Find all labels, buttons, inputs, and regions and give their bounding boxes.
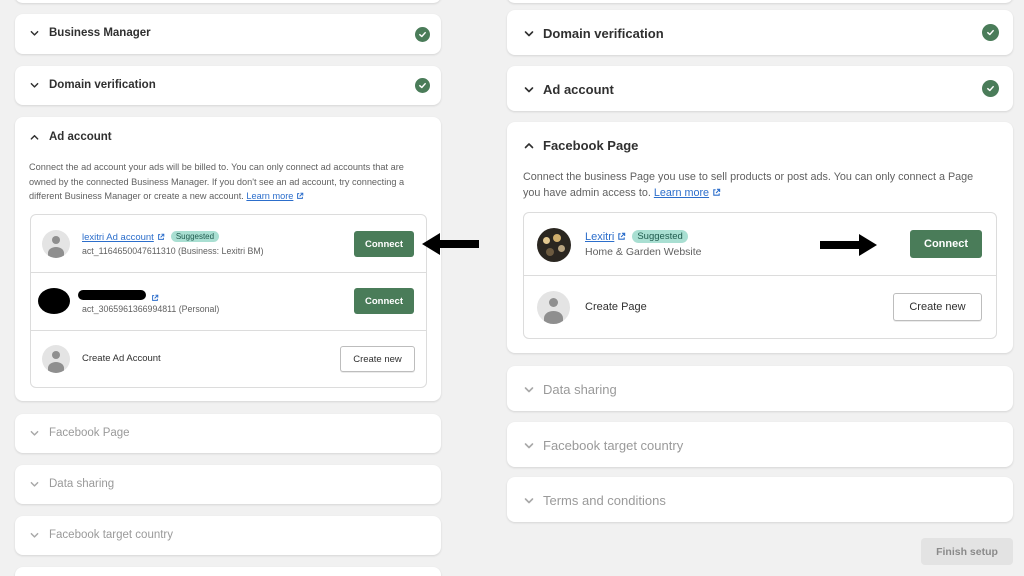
chevron-down-icon — [524, 385, 534, 394]
learn-more-link[interactable]: Learn more — [246, 191, 293, 201]
list-item: act_3065961366994811 (Personal) Connect — [31, 273, 426, 331]
redacted-avatar — [38, 288, 70, 314]
external-link-icon — [296, 190, 304, 205]
domain-verification-title: Domain verification — [543, 26, 664, 41]
redacted-name — [78, 290, 146, 300]
list-item: Create Page Create new — [524, 276, 996, 339]
suggested-badge: Suggested — [170, 231, 220, 242]
avatar-icon — [42, 230, 70, 258]
learn-more-link[interactable]: Learn more — [654, 187, 709, 199]
right-top-card-fragment — [507, 0, 1013, 3]
create-ad-account-label: Create Ad Account — [82, 353, 161, 364]
chevron-down-icon — [524, 496, 534, 505]
facebook-target-country-section[interactable]: Facebook target country — [507, 422, 1013, 467]
data-sharing-section[interactable]: Data sharing — [507, 366, 1013, 411]
external-link-icon — [617, 232, 626, 244]
data-sharing-section[interactable]: Data sharing — [15, 465, 441, 504]
external-link-icon — [157, 233, 165, 244]
data-sharing-title: Data sharing — [49, 478, 115, 490]
finish-setup-button[interactable]: Finish setup — [921, 538, 1013, 565]
chevron-up-icon — [524, 141, 534, 150]
data-sharing-title: Data sharing — [543, 382, 617, 397]
facebook-page-title: Facebook Page — [49, 427, 130, 439]
business-manager-section[interactable]: Business Manager — [15, 14, 441, 54]
check-circle-icon — [982, 80, 999, 97]
external-link-icon — [712, 186, 721, 202]
ad-account-header[interactable]: Ad account — [15, 131, 441, 143]
business-manager-title: Business Manager — [49, 27, 151, 39]
account-name-link[interactable]: lexitri Ad account Suggested — [82, 231, 220, 244]
account-id: act_3065961366994811 (Personal) — [82, 304, 220, 314]
facebook-page-description: Connect the business Page you use to sel… — [523, 169, 993, 202]
facebook-target-country-title: Facebook target country — [49, 529, 174, 541]
create-new-button[interactable]: Create new — [340, 346, 415, 372]
domain-verification-title: Domain verification — [49, 79, 156, 91]
chevron-down-icon — [524, 441, 534, 450]
list-item: lexitri Ad account Suggested act_11646500… — [31, 215, 426, 273]
chevron-down-icon — [524, 85, 534, 94]
ad-account-description: Connect the ad account your ads will be … — [29, 160, 429, 205]
connect-button[interactable]: Connect — [354, 288, 414, 314]
avatar-icon — [42, 345, 70, 373]
chevron-down-icon — [30, 429, 39, 438]
create-new-button[interactable]: Create new — [893, 293, 982, 321]
domain-verification-section[interactable]: Domain verification — [15, 66, 441, 105]
ad-account-title: Ad account — [49, 131, 112, 143]
chevron-up-icon — [30, 133, 39, 142]
terms-title: Terms and conditions — [543, 493, 666, 508]
arrow-right-icon — [820, 234, 877, 256]
chevron-down-icon — [30, 81, 39, 90]
terms-section[interactable]: Terms and conditions — [507, 477, 1013, 522]
facebook-target-country-title: Facebook target country — [543, 438, 684, 453]
page-name-link[interactable]: Lexitri Suggested — [585, 230, 688, 244]
chevron-down-icon — [30, 531, 39, 540]
suggested-badge: Suggested — [632, 230, 688, 243]
account-id: act_1164650047611310 (Business: Lexitri … — [82, 246, 264, 256]
arrow-left-icon — [422, 233, 479, 255]
list-item: Create Ad Account Create new — [31, 331, 426, 388]
facebook-page-section[interactable]: Facebook Page — [15, 414, 441, 453]
chevron-down-icon — [524, 29, 534, 38]
domain-verification-section[interactable]: Domain verification — [507, 10, 1013, 55]
left-top-card-fragment — [15, 0, 441, 3]
left-bottom-card-fragment — [15, 567, 441, 576]
check-circle-icon — [982, 24, 999, 41]
ad-account-section: Ad account Connect the ad account your a… — [15, 117, 441, 401]
chevron-down-icon — [30, 29, 39, 38]
chevron-down-icon — [30, 480, 39, 489]
check-circle-icon — [415, 27, 430, 42]
connect-button[interactable]: Connect — [910, 230, 982, 258]
facebook-page-list: Lexitri Suggested Home & Garden Website C… — [523, 212, 997, 339]
ad-account-title: Ad account — [543, 82, 614, 97]
facebook-page-section: Facebook Page Connect the business Page … — [507, 122, 1013, 353]
ad-account-section[interactable]: Ad account — [507, 66, 1013, 111]
facebook-page-title: Facebook Page — [543, 138, 639, 153]
facebook-page-header[interactable]: Facebook Page — [507, 138, 1013, 153]
facebook-target-country-section[interactable]: Facebook target country — [15, 516, 441, 555]
page-category: Home & Garden Website — [585, 246, 702, 258]
connect-button[interactable]: Connect — [354, 231, 414, 257]
page-avatar — [537, 228, 571, 262]
ad-account-list: lexitri Ad account Suggested act_11646500… — [30, 214, 427, 388]
list-item: Lexitri Suggested Home & Garden Website C… — [524, 213, 996, 276]
avatar-icon — [537, 291, 570, 324]
create-page-label: Create Page — [585, 301, 647, 313]
check-circle-icon — [415, 78, 430, 93]
